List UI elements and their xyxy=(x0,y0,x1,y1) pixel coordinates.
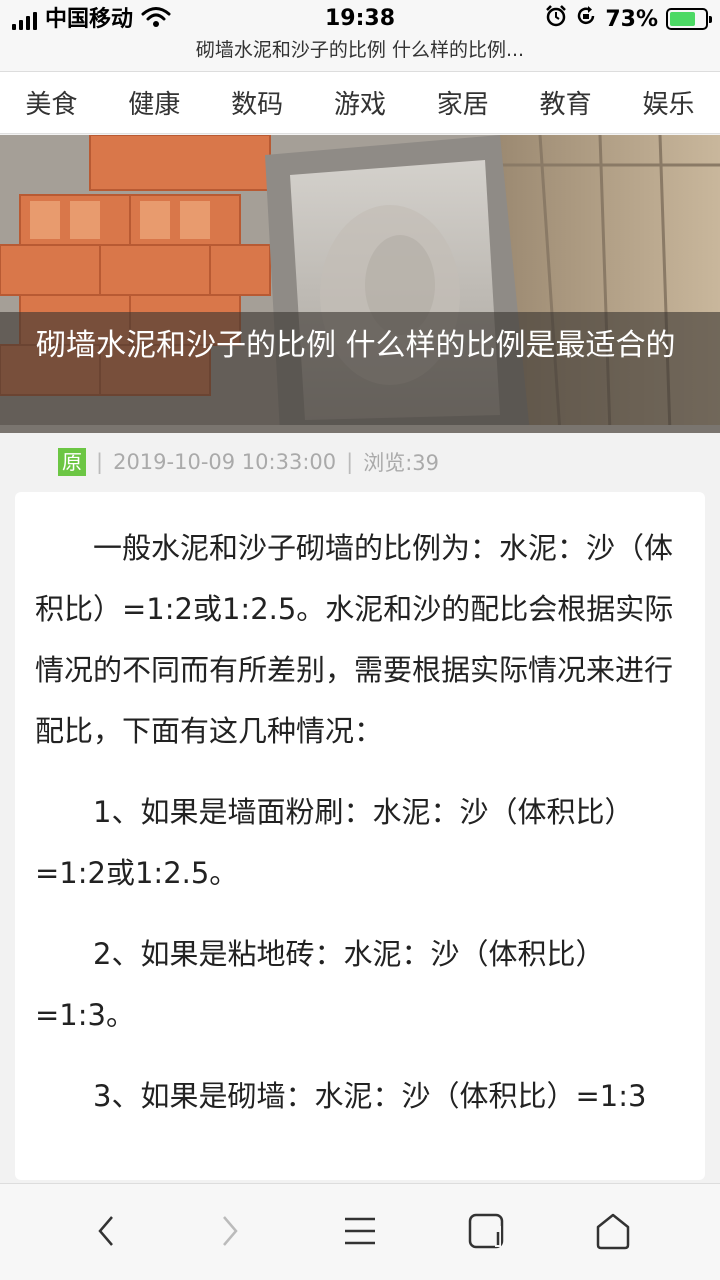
battery-percent: 73% xyxy=(605,6,658,32)
hero-divider xyxy=(0,425,720,433)
carrier-name: 中国移动 xyxy=(45,7,134,32)
category-digital[interactable]: 数码 xyxy=(225,84,289,121)
category-food[interactable]: 美食 xyxy=(19,84,83,121)
view-count: 浏览:39 xyxy=(363,451,439,475)
home-icon[interactable] xyxy=(588,1206,638,1256)
category-games[interactable]: 游戏 xyxy=(328,84,392,121)
status-bar: 中国移动 19:38 73% xyxy=(0,0,720,40)
category-education[interactable]: 教育 xyxy=(534,84,598,121)
page-title: 砌墙水泥和沙子的比例 什么样的比例... xyxy=(0,36,720,72)
meta-separator: | xyxy=(96,450,104,474)
original-badge: 原 xyxy=(58,448,86,476)
browser-page: 中国移动 19:38 73% 砌墙水泥和沙子的比例 什么样的比例... 美食 健… xyxy=(0,0,720,1280)
menu-icon[interactable] xyxy=(335,1206,385,1256)
article-paragraph: 2、如果是粘地砖：水泥：沙（体积比）=1:3。 xyxy=(35,937,605,1032)
battery-icon xyxy=(666,8,712,30)
alarm-icon xyxy=(545,5,567,33)
meta-separator: | xyxy=(346,450,354,474)
tabs-icon[interactable] xyxy=(462,1206,512,1256)
category-health[interactable]: 健康 xyxy=(122,84,186,121)
article-paragraph: 3、如果是砌墙：水泥：沙（体积比）=1:3 xyxy=(93,1079,647,1113)
wifi-icon xyxy=(141,6,171,34)
forward-icon[interactable] xyxy=(206,1206,256,1256)
browser-toolbar xyxy=(0,1183,720,1280)
category-entertainment[interactable]: 娱乐 xyxy=(636,84,700,121)
article-meta: 原 | 2019-10-09 10:33:00 | 浏览:39 xyxy=(58,447,439,477)
signal-icon xyxy=(12,10,37,30)
back-icon[interactable] xyxy=(80,1206,130,1256)
category-home[interactable]: 家居 xyxy=(431,84,495,121)
article-paragraph: 一般水泥和沙子砌墙的比例为：水泥：沙（体积比）=1:2或1:2.5。水泥和沙的配… xyxy=(35,531,674,748)
article-title: 砌墙水泥和沙子的比例 什么样的比例是最适合的 xyxy=(36,328,676,363)
article-paragraph: 1、如果是墙面粉刷：水泥：沙（体积比）=1:2或1:2.5。 xyxy=(35,795,634,890)
article-body: 一般水泥和沙子砌墙的比例为：水泥：沙（体积比）=1:2或1:2.5。水泥和沙的配… xyxy=(15,492,705,1180)
rotation-lock-icon xyxy=(575,5,597,33)
hero-banner[interactable]: 砌墙水泥和沙子的比例 什么样的比例是最适合的 xyxy=(0,135,720,433)
publish-date: 2019-10-09 10:33:00 xyxy=(113,450,337,474)
category-nav: 美食 健康 数码 游戏 家居 教育 娱乐 xyxy=(0,72,720,134)
